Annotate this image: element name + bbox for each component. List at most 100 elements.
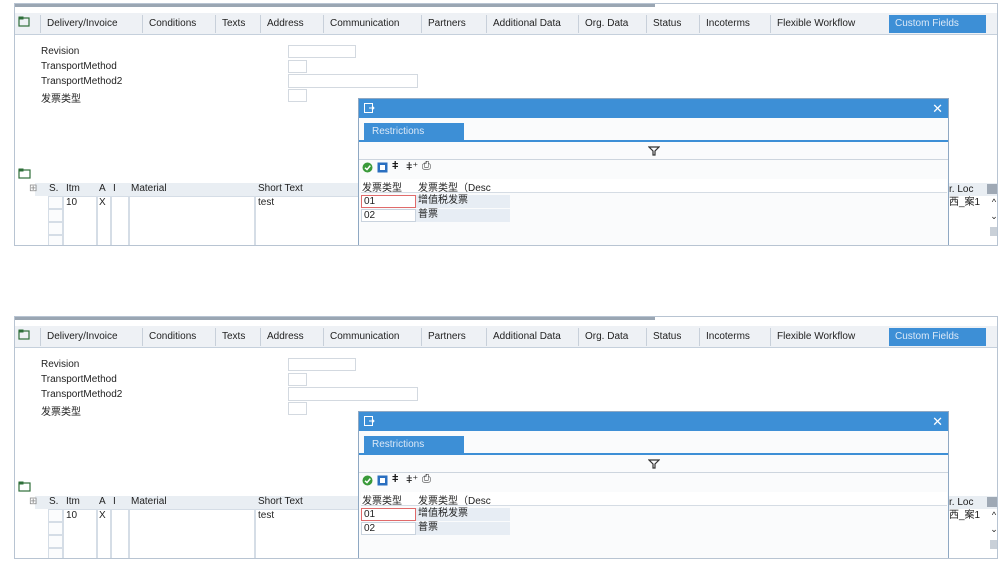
tab-communication[interactable]: Communication: [323, 328, 421, 346]
transport-method2-input[interactable]: [288, 387, 418, 401]
tab-scroll-icon[interactable]: [18, 329, 30, 340]
stop-icon[interactable]: [377, 475, 388, 486]
table-settings-icon[interactable]: [18, 168, 31, 179]
invoice-type-input[interactable]: [288, 89, 307, 102]
row-selector[interactable]: [48, 209, 63, 222]
tab-custom-fields[interactable]: Custom Fields: [889, 15, 986, 33]
tab-texts[interactable]: Texts: [215, 328, 260, 346]
tab-additional-data[interactable]: Additional Data: [486, 15, 578, 33]
item-category-cell[interactable]: X: [99, 510, 106, 521]
transport-method2-input[interactable]: [288, 74, 418, 88]
tab-flexible-workflow[interactable]: Flexible Workflow: [770, 328, 879, 346]
column-settings-icon[interactable]: [987, 184, 997, 194]
scroll-up-icon[interactable]: ^: [989, 196, 997, 209]
binoculars-next-icon[interactable]: ǂ⁺: [406, 473, 418, 486]
tab-incoterms[interactable]: Incoterms: [699, 15, 770, 33]
col-header-invoice-type: 发票类型: [362, 496, 402, 507]
tab-restrictions[interactable]: Restrictions: [364, 436, 464, 453]
row-selector[interactable]: [48, 196, 63, 209]
row-selector[interactable]: [48, 535, 63, 548]
result-desc-cell[interactable]: 普票: [416, 522, 510, 535]
scroll-up-icon[interactable]: ^: [989, 509, 997, 522]
table-settings-icon[interactable]: [18, 481, 31, 492]
item-number-cell[interactable]: 10: [66, 197, 77, 208]
scroll-thumb[interactable]: [990, 227, 997, 236]
tab-status[interactable]: Status: [646, 328, 699, 346]
print-icon[interactable]: ⎙: [422, 160, 431, 173]
tab-delivery-invoice[interactable]: Delivery/Invoice: [40, 15, 142, 33]
tab-additional-data[interactable]: Additional Data: [486, 328, 578, 346]
tab-address[interactable]: Address: [260, 15, 323, 33]
select-all-icon[interactable]: ⊞: [29, 183, 37, 194]
binoculars-next-icon[interactable]: ǂ⁺: [406, 160, 418, 173]
transport-method-input[interactable]: [288, 60, 307, 73]
binoculars-icon[interactable]: ǂ: [392, 473, 398, 485]
tab-org-data[interactable]: Org. Data: [578, 15, 646, 33]
popup-results-header: 发票类型 发票类型（Desc: [361, 179, 947, 194]
tab-communication[interactable]: Communication: [323, 15, 421, 33]
select-all-icon[interactable]: ⊞: [29, 496, 37, 507]
col-header-material: Material: [131, 496, 167, 507]
tab-scroll-icon[interactable]: [18, 16, 30, 27]
tab-partners[interactable]: Partners: [421, 15, 486, 33]
i-column-cells[interactable]: [111, 196, 129, 245]
revision-input[interactable]: [288, 358, 356, 371]
scroll-down-icon[interactable]: ⌄: [989, 523, 997, 536]
tab-restrictions[interactable]: Restrictions: [364, 123, 464, 140]
value-help-popup: ✕ Restrictions ǂ ǂ⁺ ⎙ 发票类型 发票类型（Desc 01 …: [358, 411, 949, 558]
tab-status[interactable]: Status: [646, 15, 699, 33]
tab-conditions[interactable]: Conditions: [142, 328, 215, 346]
short-text-cell[interactable]: test: [258, 510, 274, 521]
row-selector[interactable]: [48, 522, 63, 535]
short-text-cell[interactable]: test: [258, 197, 274, 208]
popup-title-bar: ✕: [359, 99, 948, 118]
stop-icon[interactable]: [377, 162, 388, 173]
tab-incoterms[interactable]: Incoterms: [699, 328, 770, 346]
row-selector[interactable]: [48, 235, 63, 245]
result-desc-cell[interactable]: 普票: [416, 209, 510, 222]
material-column-cells[interactable]: [129, 509, 255, 558]
sap-screen-panel: Delivery/Invoice Conditions Texts Address Co…: [14, 3, 998, 246]
print-icon[interactable]: ⎙: [422, 473, 431, 486]
result-code-cell[interactable]: 01: [361, 195, 416, 208]
item-number-cell[interactable]: 10: [66, 510, 77, 521]
scroll-thumb[interactable]: [990, 540, 997, 549]
check-icon[interactable]: [362, 475, 373, 486]
transport-method-input[interactable]: [288, 373, 307, 386]
check-icon[interactable]: [362, 162, 373, 173]
storage-loc-cell[interactable]: 西_案1: [949, 196, 989, 209]
tab-address[interactable]: Address: [260, 328, 323, 346]
tab-org-data[interactable]: Org. Data: [578, 328, 646, 346]
restrictions-toggle[interactable]: [359, 456, 948, 473]
revision-input[interactable]: [288, 45, 356, 58]
result-code-cell[interactable]: 01: [361, 508, 416, 521]
result-desc-cell[interactable]: 增值税发票: [416, 508, 510, 521]
tab-custom-fields[interactable]: Custom Fields: [889, 328, 986, 346]
close-icon[interactable]: ✕: [932, 101, 943, 116]
invoice-type-input[interactable]: [288, 402, 307, 415]
tab-conditions[interactable]: Conditions: [142, 15, 215, 33]
tab-partners[interactable]: Partners: [421, 328, 486, 346]
filter-funnel-icon[interactable]: [648, 146, 660, 156]
tab-delivery-invoice[interactable]: Delivery/Invoice: [40, 328, 142, 346]
i-column-cells[interactable]: [111, 509, 129, 558]
tab-flexible-workflow[interactable]: Flexible Workflow: [770, 15, 879, 33]
row-selector[interactable]: [48, 548, 63, 558]
binoculars-icon[interactable]: ǂ: [392, 160, 398, 172]
tab-texts[interactable]: Texts: [215, 15, 260, 33]
popup-title-bar: ✕: [359, 412, 948, 431]
restrictions-toggle[interactable]: [359, 143, 948, 160]
filter-funnel-icon[interactable]: [648, 459, 660, 469]
items-table-body: 10 X test: [35, 196, 375, 245]
result-code-cell[interactable]: 02: [361, 522, 416, 535]
material-column-cells[interactable]: [129, 196, 255, 245]
column-settings-icon[interactable]: [987, 497, 997, 507]
result-code-cell[interactable]: 02: [361, 209, 416, 222]
result-desc-cell[interactable]: 增值税发票: [416, 195, 510, 208]
row-selector[interactable]: [48, 222, 63, 235]
item-category-cell[interactable]: X: [99, 197, 106, 208]
close-icon[interactable]: ✕: [932, 414, 943, 429]
storage-loc-cell[interactable]: 西_案1: [949, 509, 989, 522]
scroll-down-icon[interactable]: ⌄: [989, 210, 997, 223]
row-selector[interactable]: [48, 509, 63, 522]
